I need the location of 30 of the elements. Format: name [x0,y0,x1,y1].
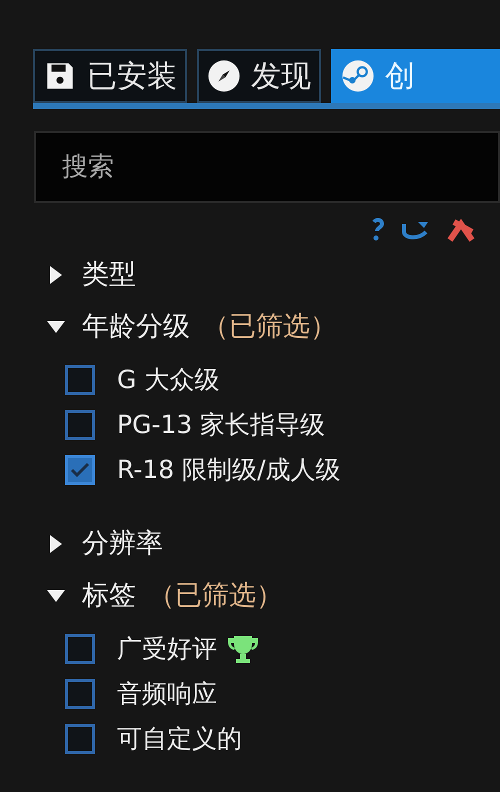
checkbox[interactable] [65,724,95,754]
option-label: PG-13 家长指导级 [117,408,326,441]
option-label: 可自定义的 [117,722,242,755]
filtered-note: （已筛选） [202,310,337,344]
checkbox[interactable] [65,364,95,394]
section-title: 年龄分级 [82,310,190,344]
checkmark-icon [70,462,90,478]
option-label: 广受好评 [117,632,217,665]
option-label: R-18 限制级/成人级 [117,454,341,486]
section-title: 标签 [82,578,136,613]
tab[interactable]: 发现 [197,49,321,103]
search-field[interactable]: 搜索 [34,131,500,203]
filtered-note: （已筛选） [148,578,283,613]
checkbox[interactable] [65,454,95,484]
trophy-icon [225,634,261,664]
caret-right-icon [50,266,62,284]
checkbox[interactable] [65,410,95,440]
checkbox[interactable] [65,634,95,664]
checkbox[interactable] [65,678,95,708]
caret-down-icon [47,321,65,333]
compass-icon [207,59,241,93]
option-label: 音频响应 [117,678,217,710]
option-label: G 大众级 [117,364,220,396]
caret-right-icon [50,535,62,553]
tab[interactable]: 已安装 [33,49,187,103]
section-title: 类型 [82,258,136,292]
section-title: 分辨率 [82,526,163,561]
caret-down-icon [47,590,65,602]
info-icon[interactable] [370,218,384,242]
steam-icon [341,59,375,93]
